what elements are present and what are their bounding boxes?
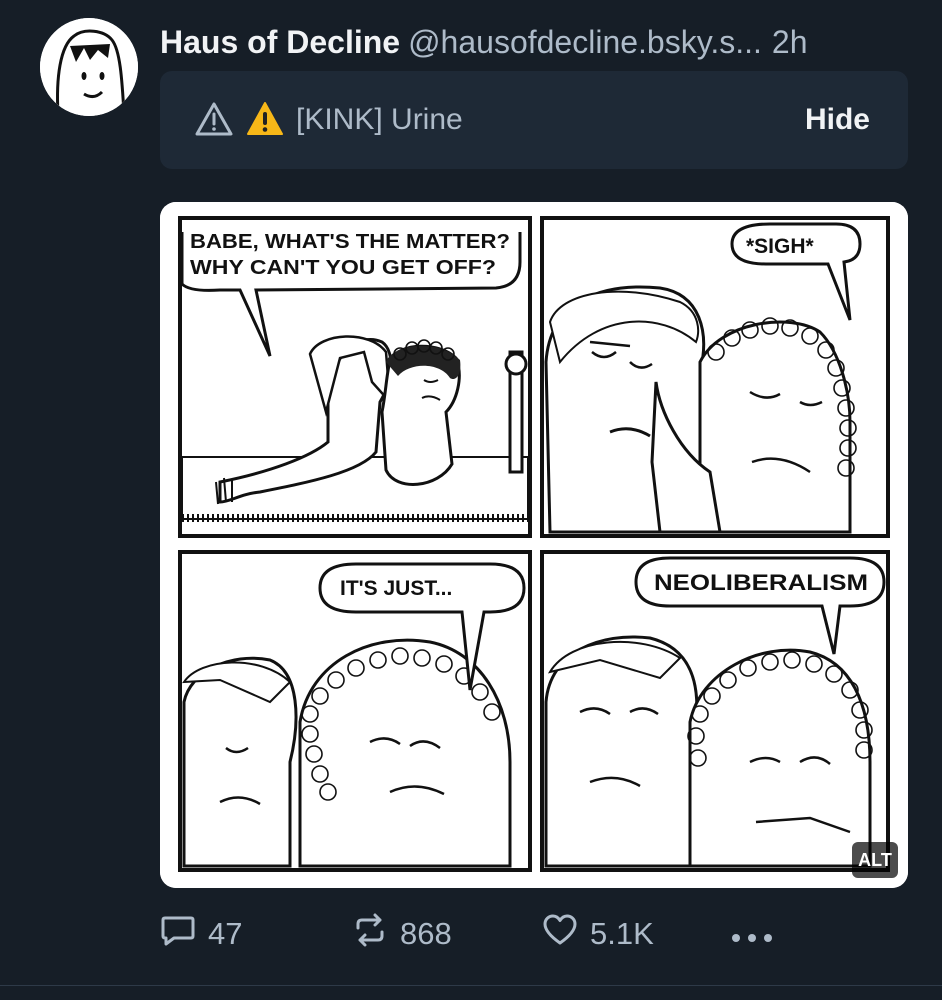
comic-panel-4: NEOLIBERALISM — [540, 550, 890, 872]
hide-button[interactable]: Hide — [805, 101, 870, 139]
reply-button[interactable]: 47 — [160, 910, 242, 958]
comic-panel-3: IT'S JUST... — [178, 550, 532, 872]
panel-2-speech: *SIGH* — [746, 235, 815, 258]
panel-1-speech-line-1: BABE, WHAT'S THE MATTER? — [190, 231, 510, 253]
post-header: Haus of Decline @hausofdecline.bsky.s... 2… — [160, 22, 920, 66]
like-icon — [542, 912, 590, 956]
comic-panel-1: BABE, WHAT'S THE MATTER? WHY CAN'T YOU G… — [178, 216, 532, 538]
repost-count: 868 — [400, 916, 452, 951]
post-time[interactable]: 2h — [772, 24, 808, 60]
repost-icon — [352, 912, 400, 956]
divider — [0, 985, 942, 986]
like-count: 5.1K — [590, 916, 654, 951]
repost-button[interactable]: 868 — [352, 910, 452, 958]
content-warning: [KINK] Urine Hide — [160, 71, 908, 169]
more-options-button[interactable] — [730, 910, 786, 958]
avatar[interactable] — [40, 18, 138, 116]
post-actions: 47 868 5.1K — [160, 910, 920, 958]
reply-icon — [160, 912, 208, 956]
comic-strip: BABE, WHAT'S THE MATTER? WHY CAN'T YOU G… — [160, 202, 908, 888]
post-image[interactable]: BABE, WHAT'S THE MATTER? WHY CAN'T YOU G… — [160, 202, 908, 888]
author-name[interactable]: Haus of Decline — [160, 24, 400, 60]
alt-badge[interactable]: ALT — [852, 842, 898, 878]
author-handle[interactable]: @hausofdecline.bsky.s... — [408, 24, 762, 60]
more-icon — [730, 916, 786, 952]
reply-count: 47 — [208, 916, 243, 951]
like-button[interactable]: 5.1K — [542, 910, 654, 958]
warning-label: [KINK] Urine — [296, 103, 463, 136]
panel-3-speech: IT'S JUST... — [340, 577, 452, 600]
panel-1-speech-line-2: WHY CAN'T YOU GET OFF? — [190, 257, 496, 279]
panel-4-speech: NEOLIBERALISM — [654, 570, 868, 595]
comic-panel-2: *SIGH* — [540, 216, 890, 538]
warning-emoji-icon — [246, 101, 284, 142]
warning-outline-icon — [194, 101, 234, 142]
